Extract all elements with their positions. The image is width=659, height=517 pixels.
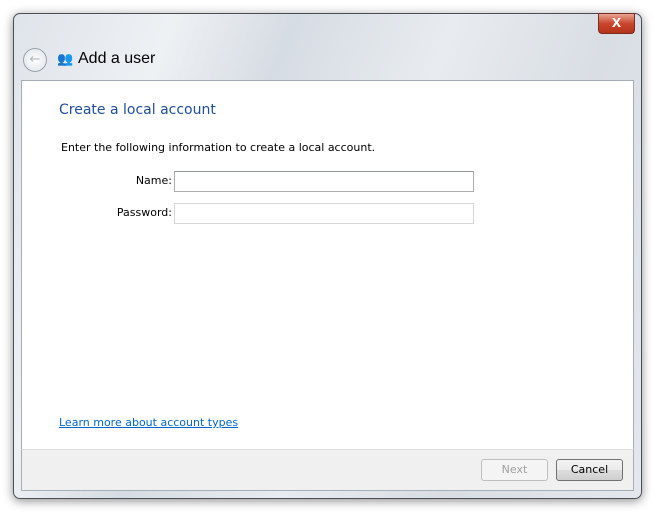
intro-text: Enter the following information to creat… — [61, 141, 376, 154]
password-input[interactable] — [174, 203, 474, 224]
back-button[interactable]: ← — [23, 48, 47, 72]
next-button[interactable]: Next — [481, 459, 548, 481]
back-arrow-icon: ← — [29, 52, 41, 67]
cancel-button[interactable]: Cancel — [556, 459, 623, 481]
account-types-link[interactable]: Learn more about account types — [59, 416, 238, 429]
close-button[interactable]: X — [598, 13, 635, 34]
window-title: Add a user — [78, 50, 156, 67]
name-label: Name: — [135, 174, 172, 187]
password-label: Password: — [116, 206, 172, 219]
content-panel — [21, 80, 634, 450]
name-input[interactable] — [174, 171, 474, 192]
page-heading: Create a local account — [59, 102, 216, 118]
users-icon: 👥 — [57, 52, 74, 67]
